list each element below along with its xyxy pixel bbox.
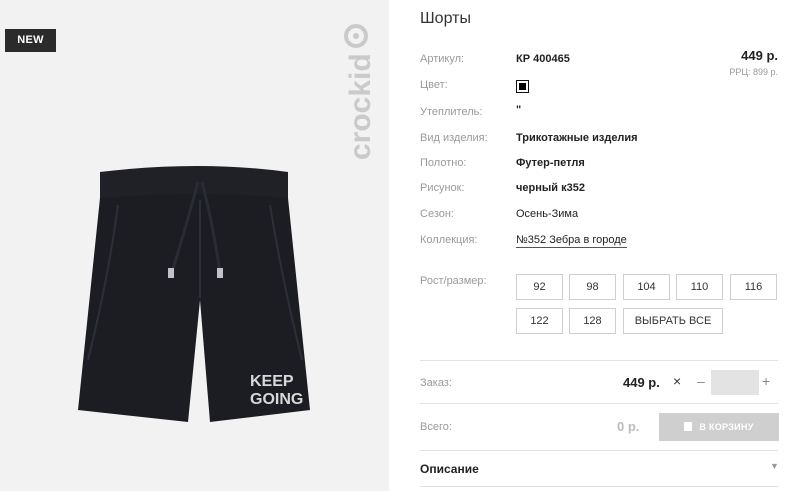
attr-value-season: Осень-Зима (516, 208, 579, 220)
attr-value-pattern: черный к352 (516, 182, 585, 194)
size-button-122[interactable]: 122 (516, 308, 563, 334)
divider (420, 403, 778, 404)
color-swatch[interactable] (516, 80, 529, 93)
attr-label-season: Сезон: (420, 208, 454, 220)
order-label: Заказ: (420, 377, 452, 389)
order-price: 449 р. (623, 375, 660, 390)
product-photo: NEW crockid KEEP GOING (0, 0, 389, 491)
size-button-116[interactable]: 116 (730, 274, 777, 300)
shorts-image: KEEP GOING (78, 166, 310, 422)
new-badge: NEW (5, 29, 56, 52)
total-value: 0 р. (617, 419, 640, 434)
divider (420, 360, 778, 361)
select-all-sizes-button[interactable]: ВЫБРАТЬ ВСЕ (623, 308, 723, 334)
chevron-down-icon[interactable]: ▼ (770, 461, 779, 471)
add-to-cart-button[interactable]: В КОРЗИНУ (659, 413, 779, 441)
attr-label-type: Вид изделия: (420, 132, 488, 144)
attr-value-type: Трикотажные изделия (516, 132, 638, 144)
attr-label-insulation: Утеплитель: (420, 106, 483, 118)
collection-link[interactable]: №352 Зебра в городе (516, 234, 627, 248)
product-details: Шорты 449 р. РРЦ: 899 р. Артикул: КР 400… (420, 0, 790, 491)
size-button-110[interactable]: 110 (676, 274, 723, 300)
divider (420, 450, 778, 451)
increase-quantity-button[interactable]: + (762, 373, 770, 389)
description-toggle[interactable]: Описание (420, 462, 479, 476)
size-label: Рост/размер: (420, 275, 487, 287)
brand-logo-text: crockid (344, 53, 377, 160)
print-text-going: GOING (250, 391, 303, 408)
size-button-98[interactable]: 98 (569, 274, 616, 300)
shopping-bag-icon (684, 422, 693, 431)
size-button-92[interactable]: 92 (516, 274, 563, 300)
divider (420, 486, 778, 487)
brand-logo: crockid (344, 24, 377, 160)
attr-label-color: Цвет: (420, 79, 448, 91)
attr-label-fabric: Полотно: (420, 157, 467, 169)
attr-value-insulation: " (516, 104, 522, 116)
attr-label-article: Артикул: (420, 53, 465, 65)
attr-value-article: КР 400465 (516, 53, 570, 65)
decrease-quantity-button[interactable]: – (697, 373, 705, 389)
size-button-128[interactable]: 128 (569, 308, 616, 334)
price: 449 р. (741, 48, 778, 63)
color-swatch-fill (519, 83, 526, 90)
recommended-price: РРЦ: 899 р. (729, 67, 778, 77)
quantity-input[interactable] (711, 370, 759, 395)
print-text-keep: KEEP (250, 373, 294, 390)
product-title: Шорты (420, 10, 471, 27)
total-label: Всего: (420, 421, 452, 433)
attr-label-collection: Коллекция: (420, 234, 478, 246)
size-button-104[interactable]: 104 (623, 274, 670, 300)
add-to-cart-label: В КОРЗИНУ (699, 422, 754, 432)
attr-value-fabric: Футер-петля (516, 157, 585, 169)
attr-label-pattern: Рисунок: (420, 182, 465, 194)
remove-icon[interactable]: × (673, 373, 681, 389)
